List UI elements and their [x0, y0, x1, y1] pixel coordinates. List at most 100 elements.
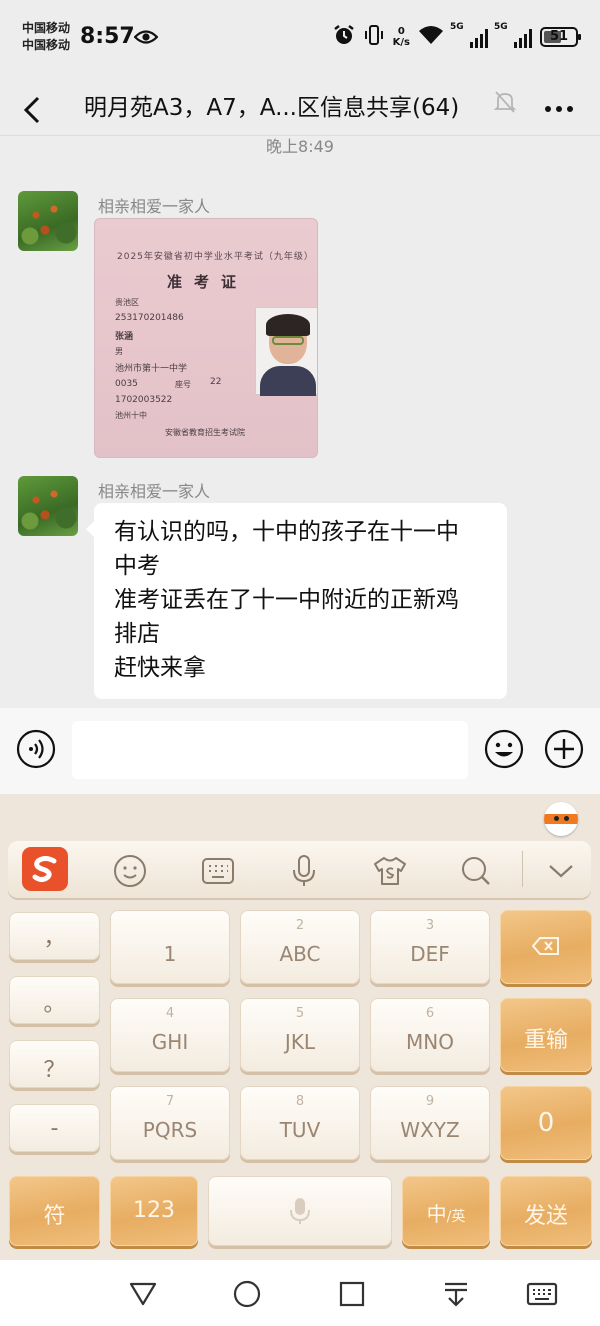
backspace-key[interactable] [500, 910, 592, 984]
backspace-icon [531, 936, 560, 960]
toolbar-divider [522, 851, 523, 887]
key-0[interactable]: 0 [500, 1086, 592, 1160]
battery-icon: 51 [540, 27, 581, 47]
voice-input-icon[interactable] [16, 729, 56, 773]
emoji-icon[interactable] [484, 729, 524, 773]
avatar[interactable] [18, 476, 78, 536]
add-more-icon[interactable] [544, 729, 584, 773]
key-comma[interactable]: ， [9, 912, 100, 960]
symbol-key[interactable]: 符 [9, 1176, 100, 1246]
key-label: 123 [133, 1198, 175, 1223]
back-icon[interactable] [18, 90, 48, 134]
key-6-mno[interactable]: 6 MNO [370, 998, 490, 1072]
key-label: ABC [279, 942, 321, 966]
key-period[interactable]: 。 [9, 976, 100, 1024]
message-line: 有认识的吗，十中的孩子在十一中 [114, 519, 459, 545]
home-circle-icon[interactable] [232, 1280, 262, 1312]
key-number: 5 [295, 1006, 305, 1021]
back-triangle-icon[interactable] [128, 1280, 158, 1312]
carrier-2: 中国移动 [22, 38, 71, 52]
microphone-icon[interactable] [284, 851, 324, 891]
signal-sim1-icon: 5G [450, 22, 488, 48]
message-line: 准考证丢在了十一中附近的正新鸡 [114, 587, 459, 613]
collapse-keyboard-icon[interactable] [541, 851, 581, 891]
key-1[interactable]: 1 [110, 910, 230, 984]
pull-down-icon[interactable] [442, 1280, 470, 1312]
key-7-pqrs[interactable]: 7 PQRS [110, 1086, 230, 1160]
vibrate-icon [363, 24, 385, 50]
sender-name: 相亲相爱一家人 [98, 482, 211, 501]
key-question[interactable]: ？ [9, 1040, 100, 1088]
key-label: TUV [279, 1118, 321, 1142]
microphone-icon [289, 1196, 311, 1230]
status-time: 8:57 [80, 24, 135, 49]
lang-sub-label: /英 [446, 1209, 466, 1225]
key-label: 0 [537, 1108, 555, 1138]
emoji-panel-icon[interactable] [110, 851, 150, 891]
chat-title: 明月苑A3，A7，A...区信息共享(64) [84, 95, 460, 121]
ticket-line: 池州市第十一中学 [115, 364, 188, 374]
reinput-key[interactable]: 重输 [500, 998, 592, 1072]
message-line: 排店 [114, 621, 160, 647]
numbers-key[interactable]: 123 [110, 1176, 198, 1246]
sim1-tag: 5G [450, 22, 464, 32]
image-message-admission-ticket[interactable]: 2025年安徽省初中学业水平考试（九年级） 准考证 贵池区 2531702014… [94, 218, 318, 458]
key-dash[interactable]: - [9, 1104, 100, 1152]
ticket-line: 座号 [175, 380, 191, 389]
key-2-abc[interactable]: 2 ABC [240, 910, 360, 984]
keyboard-switch-icon[interactable] [526, 1280, 558, 1312]
space-voice-key[interactable] [208, 1176, 392, 1246]
battery-level: 51 [549, 29, 569, 44]
carrier-1: 中国移动 [22, 21, 71, 35]
wifi-icon [418, 25, 444, 49]
message-input[interactable] [72, 721, 468, 779]
eye-icon [133, 28, 159, 50]
recents-square-icon[interactable] [338, 1280, 366, 1312]
skin-shirt-icon[interactable] [370, 851, 410, 891]
key-label: 重输 [523, 1028, 568, 1053]
send-key[interactable]: 发送 [500, 1176, 592, 1246]
ticket-issuer: 安徽省教育招生考试院 [165, 428, 245, 437]
ticket-line: 253170201486 [115, 313, 184, 323]
key-4-ghi[interactable]: 4 GHI [110, 998, 230, 1072]
key-label: PQRS [142, 1118, 198, 1142]
key-3-def[interactable]: 3 DEF [370, 910, 490, 984]
chat-timestamp: 晚上8:49 [266, 137, 334, 156]
ticket-line: 0035 [115, 379, 138, 389]
key-label: ？ [43, 1058, 66, 1083]
search-icon[interactable] [456, 851, 496, 891]
net-speed: 0 K/s [393, 26, 410, 48]
carrier-labels: 中国移动 中国移动 [22, 20, 70, 54]
ticket-line: 张涵 [115, 332, 134, 342]
key-label: - [50, 1116, 59, 1141]
mute-bell-icon [493, 89, 517, 119]
avatar[interactable] [18, 191, 78, 251]
key-label: 符 [43, 1204, 66, 1229]
message-input-bar [0, 708, 600, 794]
ticket-line: 22 [210, 377, 222, 387]
status-bar: 中国移动 中国移动 8:57 0 K/s 5G 5G 51 [0, 0, 600, 78]
key-number: 7 [165, 1094, 175, 1109]
ime-mascot-icon[interactable] [544, 802, 578, 836]
key-number: 6 [425, 1006, 435, 1021]
key-label: 。 [43, 992, 66, 1017]
key-number: 3 [425, 918, 435, 933]
ticket-line: 池州十中 [115, 411, 147, 420]
language-switch-key[interactable]: 中/英 [402, 1176, 490, 1246]
key-label: JKL [284, 1030, 316, 1054]
ticket-line: 贵池区 [115, 298, 139, 307]
ticket-title: 准考证 [167, 273, 249, 291]
text-message-bubble[interactable]: 有认识的吗，十中的孩子在十一中 中考 准考证丢在了十一中附近的正新鸡 排店 赶快… [86, 503, 507, 699]
key-number: 8 [295, 1094, 305, 1109]
more-options-icon[interactable] [544, 98, 574, 117]
ticket-line: 1702003522 [115, 395, 173, 405]
keyboard-layout-icon[interactable] [198, 851, 238, 891]
key-5-jkl[interactable]: 5 JKL [240, 998, 360, 1072]
key-number: 4 [165, 1006, 175, 1021]
key-9-wxyz[interactable]: 9 WXYZ [370, 1086, 490, 1160]
key-8-tuv[interactable]: 8 TUV [240, 1086, 360, 1160]
sogou-logo-icon[interactable] [22, 847, 68, 891]
key-label: GHI [151, 1030, 189, 1054]
ime-keyboard: ， 。 ？ - 1 2 ABC 3 DEF 4 GHI 5 JKL 6 MNO 重输 7 P… [0, 794, 600, 1260]
system-nav-bar [0, 1260, 600, 1326]
